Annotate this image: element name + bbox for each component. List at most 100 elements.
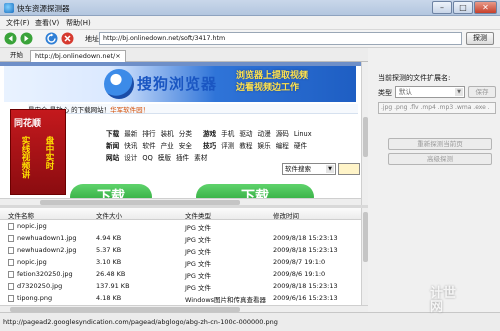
nav-link[interactable]: QQ <box>142 154 152 162</box>
nav-link[interactable]: 技巧 <box>203 140 216 150</box>
file-row[interactable]: nopic.jpg JPG 文件 <box>0 221 361 232</box>
nav-link[interactable]: 分类 <box>179 128 192 138</box>
banner-promo: 浏览器上提取视频 边看视频边工作 <box>236 70 346 94</box>
forward-button[interactable] <box>20 32 33 45</box>
nav-link[interactable]: 动漫 <box>258 128 271 138</box>
nav-link[interactable]: 源码 <box>276 128 289 138</box>
nav-link[interactable]: 排行 <box>142 128 155 138</box>
nav-link[interactable]: 评测 <box>221 140 234 150</box>
nav-link[interactable]: 软件 <box>142 140 155 150</box>
ad-logo: 同花顺 <box>14 119 42 129</box>
watermark: 计世 网 <box>430 287 490 327</box>
menu-view[interactable]: 查看(V) <box>35 18 59 28</box>
watermark-line-1: 计世 <box>430 286 457 301</box>
image-file-icon <box>8 223 14 230</box>
type-select-value: 默认 <box>399 88 412 96</box>
browser-ad-banner[interactable]: 搜狗浏览器 浏览器上提取视频 边看视频边工作 <box>4 66 356 102</box>
promo-line-1: 浏览器上提取视频 <box>236 71 309 81</box>
file-size: 4.18 KB <box>96 294 122 302</box>
image-file-icon <box>8 283 14 290</box>
type-select[interactable]: 默认 ▼ <box>395 86 465 98</box>
type-label: 类型 <box>378 89 392 97</box>
file-name: fetion320250.jpg <box>17 270 73 278</box>
extension-input[interactable]: .jpg .png .flv .mp4 .mp3 .wma .exe . <box>378 102 496 114</box>
nav-link[interactable]: 模版 <box>158 152 171 162</box>
status-text: http://pagead2.googlesyndication.com/pag… <box>3 318 278 326</box>
address-input[interactable]: http://bj.onlinedown.net/soft/3417.htm <box>99 32 462 45</box>
menu-file[interactable]: 文件(F) <box>6 18 30 28</box>
file-type: JPG 文件 <box>185 284 211 292</box>
nav-row-1: 下载 最新 排行 装机 分类 游戏 手机 驱动 动漫 源码 Linux <box>106 128 317 138</box>
file-time: 2009/8/6 19:1:0 <box>273 270 326 278</box>
nav-link[interactable]: 安全 <box>179 140 192 150</box>
minimize-button[interactable]: – <box>432 1 452 14</box>
file-size: 3.10 KB <box>96 258 122 266</box>
image-file-icon <box>8 259 14 266</box>
slogan-accent: 华军软件园！ <box>110 106 150 114</box>
site-search-select[interactable]: 软件搜索 ▼ <box>282 163 336 175</box>
save-button[interactable]: 保存 <box>468 86 496 98</box>
nav-link[interactable]: 下载 <box>106 128 119 138</box>
nav-link[interactable]: Linux <box>294 130 312 138</box>
status-bar: http://pagead2.googlesyndication.com/pag… <box>0 287 500 331</box>
nav-link[interactable]: 硬件 <box>294 140 307 150</box>
nav-link[interactable]: 设计 <box>124 152 137 162</box>
column-header-type[interactable]: 文件类型 <box>185 210 211 220</box>
file-size: 5.37 KB <box>96 246 122 254</box>
nav-link[interactable]: 网站 <box>106 152 119 162</box>
file-row[interactable]: tipong.png 4.18 KB Windows图片和传真查看器 2009/… <box>0 293 361 304</box>
tonghuashun-ad[interactable]: 同花顺 实线视频讲 盘中实时 <box>10 109 66 195</box>
site-search-input[interactable] <box>338 163 360 175</box>
image-file-icon <box>8 235 14 242</box>
reprobe-page-button[interactable]: 重新探测当前页 <box>388 138 492 150</box>
file-row[interactable]: newhuadown2.jpg 5.37 KB JPG 文件 2009/8/18… <box>0 245 361 256</box>
column-header-name[interactable]: 文件名称 <box>8 210 34 220</box>
ad-text-col2: 盘中实时 <box>44 136 54 170</box>
resource-file-list: 文件名称 文件大小 文件类型 修改时间 nopic.jpg JPG 文件 new… <box>0 208 361 305</box>
close-button[interactable]: ✕ <box>474 1 497 14</box>
file-list-horizontal-scrollbar[interactable] <box>0 305 368 312</box>
nav-link[interactable]: 新闻 <box>106 140 119 150</box>
refresh-button[interactable] <box>45 32 58 45</box>
image-file-icon <box>8 247 14 254</box>
nav-link[interactable]: 产业 <box>161 140 174 150</box>
maximize-button[interactable]: □ <box>453 1 473 14</box>
tab-onlinedown[interactable]: http://bj.onlinedown.net/× <box>30 50 126 62</box>
nav-link[interactable]: 手机 <box>221 128 234 138</box>
file-type: JPG 文件 <box>185 272 211 280</box>
banner-title: 搜狗浏览器 <box>137 75 218 93</box>
nav-link[interactable]: 游戏 <box>203 128 216 138</box>
file-row[interactable]: d7320250.jpg 137.91 KB JPG 文件 2009/8/18 … <box>0 281 361 292</box>
probe-button[interactable]: 探测 <box>466 32 494 45</box>
column-header-time[interactable]: 修改时间 <box>273 210 299 220</box>
web-view[interactable]: 搜狗浏览器 浏览器上提取视频 边看视频边工作 最安全 最放心 的下载网站！华军软… <box>0 62 368 205</box>
file-row[interactable]: fetion320250.jpg 26.48 KB JPG 文件 2009/8/… <box>0 269 361 280</box>
file-time: 2009/8/7 19:1:0 <box>273 258 326 266</box>
file-list-vertical-scrollbar[interactable] <box>361 208 368 305</box>
file-name: d7320250.jpg <box>17 282 63 290</box>
column-header-size[interactable]: 文件大小 <box>96 210 122 220</box>
image-file-icon <box>8 295 14 302</box>
nav-link[interactable]: 教程 <box>239 140 252 150</box>
advanced-probe-button[interactable]: 高级探测 <box>388 153 492 165</box>
stop-button[interactable] <box>61 32 74 45</box>
extension-label: 当前探测的文件扩展名: <box>378 74 451 82</box>
nav-link[interactable]: 装机 <box>161 128 174 138</box>
nav-link[interactable]: 驱动 <box>239 128 252 138</box>
nav-link[interactable]: 插件 <box>176 152 189 162</box>
web-vertical-scrollbar[interactable] <box>361 62 368 205</box>
file-row[interactable]: nopic.jpg 3.10 KB JPG 文件 2009/8/7 19:1:0 <box>0 257 361 268</box>
nav-link[interactable]: 编程 <box>276 140 289 150</box>
file-row[interactable]: newhuadown1.jpg 4.94 KB JPG 文件 2009/8/18… <box>0 233 361 244</box>
web-horizontal-scrollbar[interactable] <box>0 198 361 205</box>
back-button[interactable] <box>4 32 17 45</box>
nav-link[interactable]: 素材 <box>194 152 207 162</box>
nav-link[interactable]: 娱乐 <box>258 140 271 150</box>
nav-link[interactable]: 最新 <box>124 128 137 138</box>
nav-link[interactable]: 快讯 <box>124 140 137 150</box>
file-name: nopic.jpg <box>17 258 47 266</box>
tab-start[interactable]: 开始 <box>6 50 27 62</box>
menu-help[interactable]: 帮助(H) <box>66 18 91 28</box>
tab-close-icon[interactable]: × <box>115 52 120 60</box>
tab-bar: 开始 http://bj.onlinedown.net/× <box>0 48 368 62</box>
